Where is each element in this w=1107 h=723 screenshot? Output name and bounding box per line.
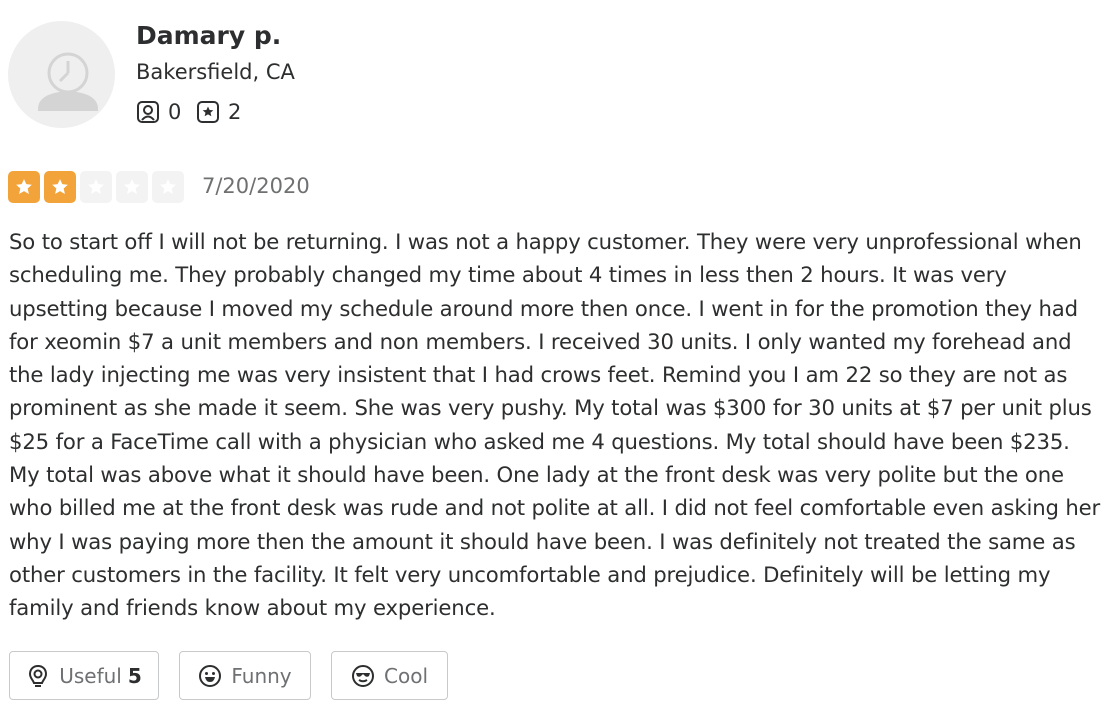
- lightbulb-icon: [29, 664, 48, 687]
- useful-button[interactable]: Useful 5: [9, 651, 159, 700]
- user-name[interactable]: Damary p.: [136, 21, 281, 50]
- review-count-stat: 2: [196, 100, 241, 124]
- review-date: 7/20/2020: [202, 174, 310, 198]
- avatar[interactable]: [8, 21, 115, 128]
- star-rating: [8, 171, 188, 203]
- star-2: [44, 171, 76, 203]
- star-icon: [16, 179, 32, 194]
- user-location: Bakersfield, CA: [136, 60, 295, 84]
- review-text: So to start off I will not be returning.…: [9, 229, 1101, 621]
- star-3: [80, 171, 112, 203]
- funny-button[interactable]: Funny: [179, 651, 311, 700]
- star-1: [8, 171, 40, 203]
- star-review-icon: [197, 101, 219, 123]
- review-count: 2: [228, 100, 242, 124]
- star-icon: [160, 179, 176, 194]
- star-icon: [52, 179, 68, 194]
- friend-count-stat: 0: [136, 100, 181, 124]
- star-icon: [124, 179, 140, 194]
- star-4: [116, 171, 148, 203]
- funny-label: Funny: [231, 663, 292, 688]
- useful-count: 5: [127, 663, 142, 688]
- default-user-icon: [38, 52, 98, 111]
- friends-icon: [137, 101, 159, 123]
- star-icon: [88, 179, 104, 194]
- laughing-face-icon: [199, 664, 222, 687]
- sunglasses-face-icon: [352, 664, 374, 687]
- cool-label: Cool: [384, 663, 428, 688]
- star-5: [152, 171, 184, 203]
- friend-count: 0: [168, 100, 182, 124]
- useful-label: Useful: [59, 663, 122, 688]
- cool-button[interactable]: Cool: [331, 651, 448, 700]
